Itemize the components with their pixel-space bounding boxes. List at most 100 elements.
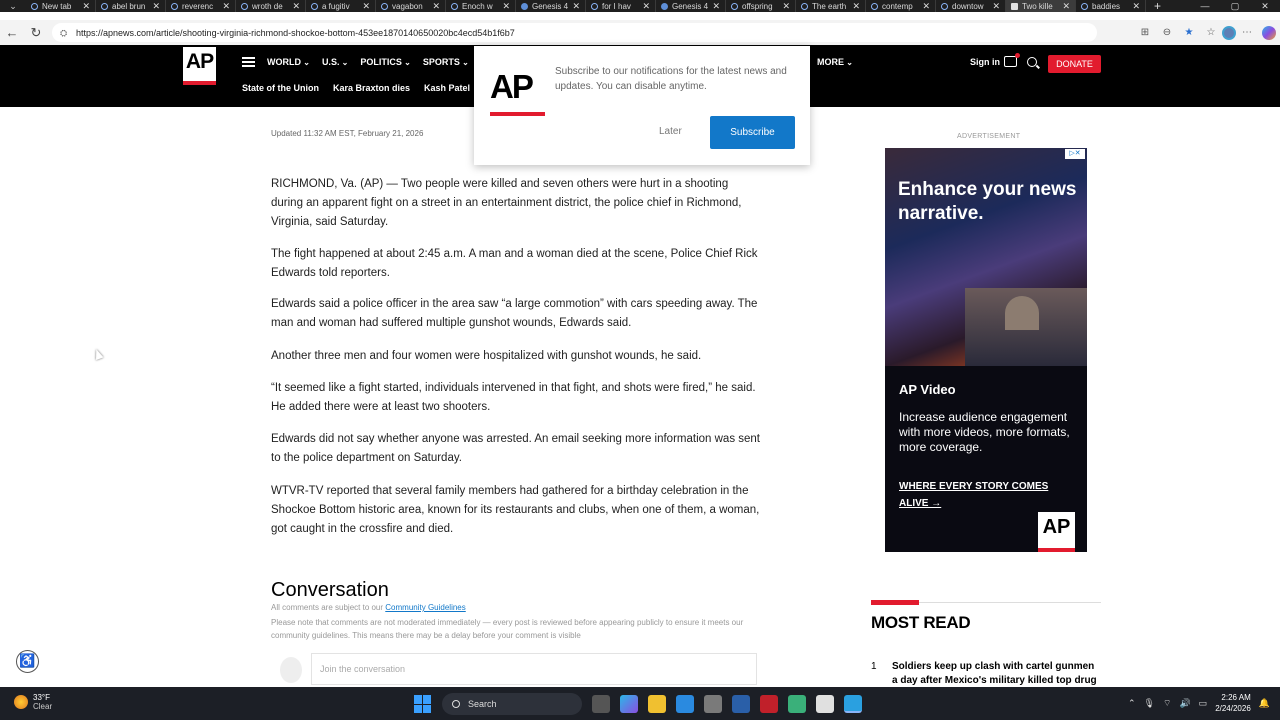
notifications-icon[interactable] bbox=[1004, 53, 1020, 67]
browser-tab[interactable]: reverenc ✕ bbox=[166, 0, 236, 12]
browser-tab[interactable]: Enoch w ✕ bbox=[446, 0, 516, 12]
article-paragraph: RICHMOND, Va. (AP) — Two people were kil… bbox=[271, 178, 742, 228]
browser-tab[interactable]: contemp ✕ bbox=[866, 0, 936, 12]
clock[interactable]: 2:26 AM 2/24/2026 bbox=[1215, 692, 1251, 714]
browser-tab[interactable]: for I hav ✕ bbox=[586, 0, 656, 12]
address-bar[interactable]: ⛭ https://apnews.com/article/shooting-vi… bbox=[52, 23, 1097, 42]
close-tab-icon[interactable]: ✕ bbox=[1132, 1, 1140, 12]
back-button[interactable]: ← bbox=[0, 25, 24, 40]
close-tab-icon[interactable]: ✕ bbox=[502, 1, 510, 12]
close-tab-icon[interactable]: ✕ bbox=[922, 1, 930, 12]
ap-logo[interactable]: AP bbox=[183, 47, 216, 85]
close-tab-icon[interactable]: ✕ bbox=[222, 1, 230, 12]
ad-cta-link[interactable]: WHERE EVERY STORY COMES ALIVE → bbox=[899, 478, 1079, 512]
close-tab-icon[interactable]: ✕ bbox=[1062, 1, 1070, 12]
file-explorer-icon[interactable] bbox=[648, 695, 666, 713]
minimize-button[interactable]: — bbox=[1190, 0, 1220, 12]
nav-us[interactable]: U.S. bbox=[322, 57, 348, 67]
favorite-star-icon[interactable]: ★ bbox=[1178, 27, 1200, 38]
reader-view-icon[interactable]: ⊞ bbox=[1134, 27, 1156, 38]
mcafee-icon[interactable] bbox=[760, 695, 778, 713]
task-view-icon[interactable] bbox=[592, 695, 610, 713]
search-icon bbox=[381, 2, 388, 10]
microphone-icon[interactable]: 🎙 bbox=[1144, 698, 1155, 709]
ad-headline: Enhance your news narrative. bbox=[898, 179, 1077, 224]
close-tab-icon[interactable]: ✕ bbox=[362, 1, 370, 12]
start-button[interactable] bbox=[414, 695, 432, 713]
close-tab-icon[interactable]: ✕ bbox=[82, 1, 90, 12]
settings-more-icon[interactable]: ⋯ bbox=[1236, 27, 1258, 38]
browser-tab[interactable]: vagabon ✕ bbox=[376, 0, 446, 12]
close-window-button[interactable]: ✕ bbox=[1250, 0, 1280, 12]
browser-tab[interactable]: wroth de ✕ bbox=[236, 0, 306, 12]
browser-tab[interactable]: Genesis 4 ✕ bbox=[516, 0, 586, 12]
donate-button[interactable]: DONATE bbox=[1048, 55, 1101, 73]
app-icon[interactable] bbox=[788, 695, 806, 713]
ap-video-ad[interactable]: ▷✕ Enhance your news narrative. AP Video… bbox=[885, 148, 1087, 552]
conversation-title: Conversation bbox=[271, 579, 389, 601]
close-tab-icon[interactable]: ✕ bbox=[992, 1, 1000, 12]
trending-link[interactable]: State of the Union bbox=[242, 83, 319, 93]
show-hidden-icons[interactable]: ⌃ bbox=[1128, 698, 1136, 709]
browser-tab[interactable]: New tab ✕ bbox=[26, 0, 96, 12]
edge-active-icon[interactable] bbox=[844, 695, 862, 713]
nav-sports[interactable]: SPORTS bbox=[423, 57, 469, 67]
taskbar-search[interactable]: Search bbox=[442, 693, 582, 715]
tracking-icon[interactable]: ⊖ bbox=[1156, 27, 1178, 38]
nav-politics[interactable]: POLITICS bbox=[360, 57, 410, 67]
close-tab-icon[interactable]: ✕ bbox=[852, 1, 860, 12]
adchoices-icon[interactable]: ▷✕ bbox=[1065, 149, 1085, 159]
maximize-button[interactable]: ▢ bbox=[1220, 0, 1250, 12]
edge-app-icon[interactable] bbox=[676, 695, 694, 713]
copilot-icon[interactable] bbox=[1262, 25, 1276, 40]
browser-tab[interactable]: baddies ✕ bbox=[1076, 0, 1146, 12]
favorites-icon[interactable]: ☆ bbox=[1200, 27, 1222, 38]
new-tab-button[interactable]: + bbox=[1146, 0, 1169, 12]
notepad-icon[interactable] bbox=[816, 695, 834, 713]
close-tab-icon[interactable]: ✕ bbox=[432, 1, 440, 12]
close-tab-icon[interactable]: ✕ bbox=[642, 1, 650, 12]
close-tab-icon[interactable]: ✕ bbox=[712, 1, 720, 12]
accessibility-icon[interactable]: ♿ bbox=[16, 650, 39, 673]
browser-tab[interactable]: downtow ✕ bbox=[936, 0, 1006, 12]
dell-icon[interactable] bbox=[732, 695, 750, 713]
signin-link[interactable]: Sign in bbox=[970, 57, 1000, 67]
main-nav: WORLD U.S. POLITICS SPORTS bbox=[267, 57, 469, 67]
browser-tab[interactable]: offspring ✕ bbox=[726, 0, 796, 12]
browser-tab[interactable]: abel brun ✕ bbox=[96, 0, 166, 12]
store-icon[interactable] bbox=[704, 695, 722, 713]
reload-button[interactable]: ↻ bbox=[24, 25, 48, 41]
community-guidelines-link[interactable]: Community Guidelines bbox=[385, 603, 465, 612]
close-tab-icon[interactable]: ✕ bbox=[782, 1, 790, 12]
nav-world[interactable]: WORLD bbox=[267, 57, 310, 67]
guidelines-prefix: All comments are subject to our bbox=[271, 603, 386, 612]
later-button[interactable]: Later bbox=[659, 126, 682, 137]
browser-tab[interactable]: The earth ✕ bbox=[796, 0, 866, 12]
browser-tab[interactable]: Genesis 4 ✕ bbox=[656, 0, 726, 12]
site-info-icon[interactable]: ⛭ bbox=[60, 28, 70, 38]
copilot-app-icon[interactable] bbox=[620, 695, 638, 713]
weather-widget[interactable]: 33°F Clear bbox=[14, 693, 52, 711]
tab-actions-button[interactable]: ⌄ bbox=[0, 0, 26, 12]
comment-input[interactable]: Join the conversation bbox=[311, 653, 757, 685]
volume-icon[interactable]: 🔊 bbox=[1179, 698, 1190, 709]
close-tab-icon[interactable]: ✕ bbox=[292, 1, 300, 12]
browser-tab[interactable]: Two kille ✕ bbox=[1006, 0, 1076, 12]
trending-link[interactable]: Kash Patel bbox=[424, 83, 470, 93]
wifi-icon[interactable]: ⌔ bbox=[1163, 698, 1171, 709]
subscribe-button[interactable]: Subscribe bbox=[710, 116, 795, 149]
browser-tab[interactable]: a fugitiv ✕ bbox=[306, 0, 376, 12]
tab-title: Genesis 4 bbox=[532, 1, 569, 11]
close-tab-icon[interactable]: ✕ bbox=[572, 1, 580, 12]
article-paragraph: “It seemed like a fight started, individ… bbox=[271, 382, 756, 413]
search-label: Search bbox=[468, 699, 497, 709]
close-tab-icon[interactable]: ✕ bbox=[152, 1, 160, 12]
notifications-bell-icon[interactable]: 🔔 bbox=[1259, 698, 1270, 709]
profile-avatar[interactable] bbox=[1222, 25, 1236, 40]
battery-icon[interactable]: ▭ bbox=[1199, 698, 1208, 709]
nav-more[interactable]: MORE bbox=[817, 57, 853, 67]
hamburger-menu-icon[interactable] bbox=[242, 57, 255, 67]
search-icon[interactable] bbox=[1027, 57, 1037, 67]
trending-link[interactable]: Kara Braxton dies bbox=[333, 83, 410, 93]
tab-title: abel brun bbox=[112, 1, 146, 11]
